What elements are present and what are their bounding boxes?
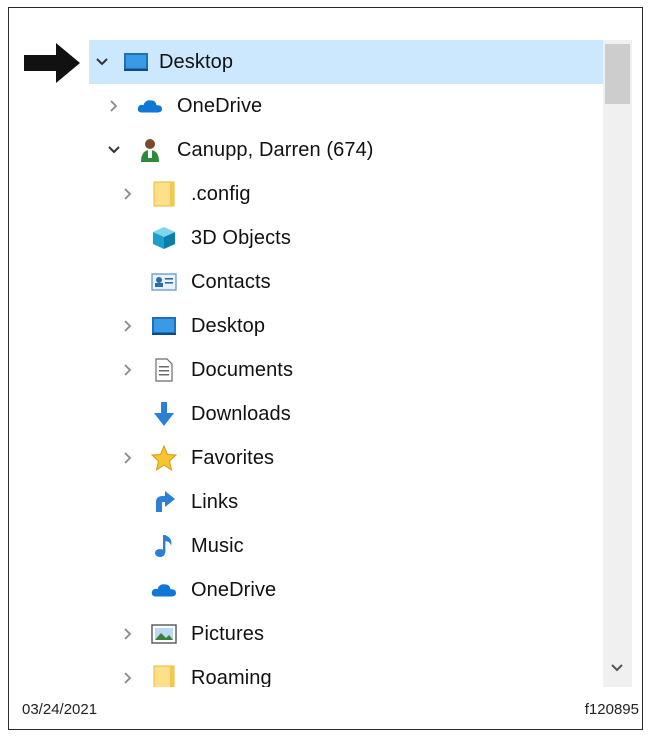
tree-item-label: Desktop [159, 51, 234, 73]
documents-icon [151, 358, 177, 382]
tree-item-label: Desktop [191, 315, 266, 337]
folder-icon [151, 665, 177, 687]
tree-item-label: Roaming [191, 667, 272, 687]
chevron-right-icon[interactable] [107, 99, 121, 113]
tree-item-music[interactable]: Music [89, 524, 603, 568]
tree-item-label: Pictures [191, 623, 265, 645]
folder-icon [151, 181, 177, 207]
music-icon [151, 534, 177, 558]
vertical-scrollbar[interactable] [603, 40, 632, 687]
tree-item-label: OneDrive [177, 95, 263, 117]
favorites-star-icon [151, 445, 177, 471]
3d-objects-icon [151, 226, 177, 250]
desktop-icon [151, 314, 177, 338]
user-profile-icon [137, 138, 163, 162]
tree-item-contacts[interactable]: Contacts [89, 260, 603, 304]
chevron-right-icon[interactable] [121, 451, 135, 465]
scroll-down-arrow-icon[interactable] [610, 662, 624, 674]
tree-item-links[interactable]: Links [89, 480, 603, 524]
onedrive-cloud-icon [137, 94, 163, 118]
links-icon [151, 490, 177, 514]
chevron-right-icon[interactable] [121, 627, 135, 641]
tree-item-favorites[interactable]: Favorites [89, 436, 603, 480]
scrollbar-thumb[interactable] [605, 44, 630, 104]
tree-item-label: Canupp, Darren (674) [177, 139, 374, 161]
pointer-arrow-icon [24, 43, 80, 83]
chevron-down-icon[interactable] [95, 55, 109, 69]
tree-item-label: OneDrive [191, 579, 277, 601]
tree-item-onedrive[interactable]: OneDrive [89, 84, 603, 128]
desktop-icon [123, 50, 149, 74]
tree-item-label: Music [191, 535, 244, 557]
tree-item-config[interactable]: .config [89, 172, 603, 216]
downloads-icon [151, 402, 177, 426]
tree-item-user-profile[interactable]: Canupp, Darren (674) [89, 128, 603, 172]
tree-item-3d-objects[interactable]: 3D Objects [89, 216, 603, 260]
chevron-right-icon[interactable] [121, 319, 135, 333]
onedrive-cloud-icon [151, 578, 177, 602]
tree-item-label: .config [191, 183, 251, 205]
tree-item-label: Favorites [191, 447, 275, 469]
navigation-pane[interactable]: Desktop OneDrive Canupp, Darren (674) .c… [89, 40, 632, 687]
tree-item-roaming[interactable]: Roaming [89, 656, 603, 687]
tree-item-desktop-root[interactable]: Desktop [89, 40, 603, 84]
tree-item-downloads[interactable]: Downloads [89, 392, 603, 436]
chevron-right-icon[interactable] [121, 187, 135, 201]
pictures-icon [151, 622, 177, 646]
tree-item-label: Downloads [191, 403, 291, 425]
tree-item-pictures[interactable]: Pictures [89, 612, 603, 656]
contacts-icon [151, 270, 177, 294]
footer-figure-id: f120895 [584, 701, 639, 718]
chevron-right-icon[interactable] [121, 671, 135, 685]
footer-date: 03/24/2021 [22, 701, 98, 718]
tree-item-desktop[interactable]: Desktop [89, 304, 603, 348]
chevron-down-icon[interactable] [107, 143, 121, 157]
tree-item-onedrive-user[interactable]: OneDrive [89, 568, 603, 612]
folder-tree: Desktop OneDrive Canupp, Darren (674) .c… [89, 40, 603, 687]
tree-item-label: Links [191, 491, 239, 513]
tree-item-documents[interactable]: Documents [89, 348, 603, 392]
tree-item-label: Documents [191, 359, 294, 381]
tree-item-label: 3D Objects [191, 227, 291, 249]
tree-item-label: Contacts [191, 271, 271, 293]
chevron-right-icon[interactable] [121, 363, 135, 377]
